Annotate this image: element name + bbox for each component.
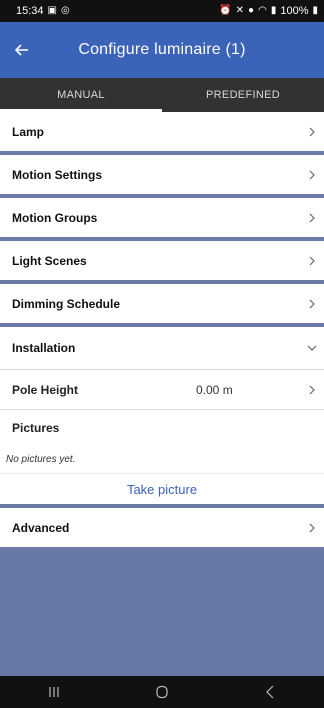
- tab-manual-label: MANUAL: [57, 89, 105, 101]
- chevron-right-icon: [306, 255, 318, 267]
- pictures-empty-state: No pictures yet.: [0, 446, 324, 474]
- gallery-notification-icon: ▣: [47, 5, 57, 16]
- recents-button[interactable]: [24, 676, 84, 708]
- section-motion-settings[interactable]: Motion Settings: [0, 155, 324, 198]
- status-left: 15:34 ▣ ◎: [16, 5, 70, 17]
- section-motion-groups[interactable]: Motion Groups: [0, 198, 324, 241]
- section-advanced-label: Advanced: [12, 520, 70, 535]
- chevron-right-icon: [306, 126, 318, 138]
- chevron-right-icon: [306, 169, 318, 181]
- tab-bar: MANUAL PREDEFINED: [0, 78, 324, 112]
- back-button[interactable]: [0, 22, 44, 78]
- section-advanced[interactable]: Advanced: [0, 508, 324, 551]
- tab-predefined[interactable]: PREDEFINED: [162, 78, 324, 112]
- section-light-scenes[interactable]: Light Scenes: [0, 241, 324, 284]
- arrow-left-icon: [14, 44, 28, 56]
- pole-height-value: 0.00 m: [196, 382, 233, 397]
- page-title: Configure luminaire (1): [78, 41, 246, 58]
- section-installation[interactable]: Installation: [0, 327, 324, 370]
- section-lamp[interactable]: Lamp: [0, 112, 324, 155]
- chevron-right-icon: [306, 522, 318, 534]
- chevron-down-icon: [306, 342, 318, 354]
- status-bar: 15:34 ▣ ◎ ⏰ ✕ ● ◠ ▮ 100% ▮: [0, 0, 324, 22]
- system-nav-bar: [0, 676, 324, 708]
- home-icon: [156, 685, 168, 699]
- section-motion-settings-label: Motion Settings: [12, 167, 102, 182]
- section-motion-groups-label: Motion Groups: [12, 210, 98, 225]
- signal-icon: ▮: [270, 5, 277, 16]
- section-dimming-schedule-label: Dimming Schedule: [12, 296, 121, 311]
- section-light-scenes-label: Light Scenes: [12, 253, 87, 268]
- chevron-right-icon: [306, 212, 318, 224]
- settings-list: Lamp Motion Settings Motion Groups Light…: [0, 112, 324, 551]
- location-icon: ●: [248, 5, 255, 16]
- tab-predefined-label: PREDEFINED: [206, 89, 280, 101]
- battery-icon: ▮: [312, 5, 318, 16]
- status-right: ⏰ ✕ ● ◠ ▮ 100% ▮: [219, 5, 318, 17]
- system-back-button[interactable]: [240, 676, 300, 708]
- pole-height-row[interactable]: Pole Height 0.00 m: [0, 370, 324, 410]
- status-time: 15:34: [16, 5, 44, 17]
- section-dimming-schedule[interactable]: Dimming Schedule: [0, 284, 324, 327]
- alarm-icon: ⏰: [219, 5, 232, 16]
- section-lamp-label: Lamp: [12, 124, 45, 139]
- pictures-header: Pictures: [0, 410, 324, 446]
- empty-background: [0, 561, 324, 676]
- take-picture-button[interactable]: Take picture: [0, 474, 324, 508]
- sync-notification-icon: ◎: [60, 5, 70, 16]
- pictures-label: Pictures: [12, 421, 60, 435]
- battery-percentage: 100%: [280, 5, 309, 17]
- chevron-right-icon: [306, 298, 318, 310]
- app-bar: Configure luminaire (1): [0, 22, 324, 78]
- chevron-right-icon: [306, 384, 318, 396]
- pole-height-label: Pole Height: [12, 382, 79, 397]
- recents-icon: [49, 687, 59, 697]
- tab-manual[interactable]: MANUAL: [0, 78, 162, 112]
- mute-icon: ✕: [235, 5, 245, 16]
- back-chevron-icon: [266, 685, 274, 699]
- home-button[interactable]: [132, 676, 192, 708]
- wifi-icon: ◠: [258, 5, 267, 16]
- section-installation-label: Installation: [12, 341, 76, 355]
